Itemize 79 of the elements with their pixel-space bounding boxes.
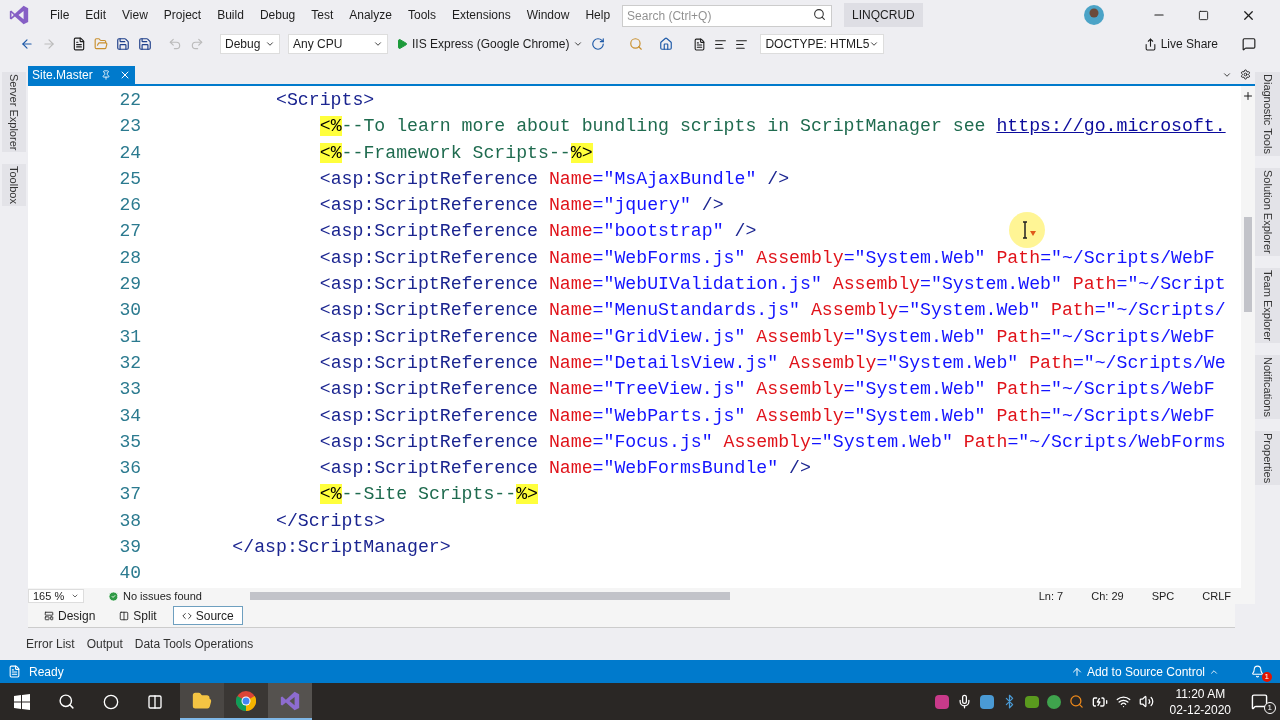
view-tab[interactable]: Source	[172, 606, 243, 626]
tool-window-tab[interactable]: Error List	[26, 635, 75, 654]
column-position: Ch: 29	[1091, 589, 1124, 605]
menu-item[interactable]: Test	[303, 6, 342, 24]
line-number: 22	[119, 89, 141, 112]
issues-status: No issues found	[108, 588, 202, 605]
code-line: <asp:ScriptReference Name="TreeView.js" Assembly="System.Web" Path="~/Scripts/WebF	[319, 379, 1215, 400]
line-number: 40	[119, 562, 141, 586]
line-number: 37	[119, 483, 141, 507]
panel-tab[interactable]: Team Explorer	[1255, 267, 1280, 343]
panel-tab[interactable]: Toolbox	[1, 164, 27, 207]
line-number: 32	[119, 351, 141, 375]
code-line: <asp:ScriptReference Name="MsAjaxBundle" />	[319, 168, 790, 189]
solution-name: LINQCRUD	[844, 3, 923, 27]
clock-time[interactable]: 11:20 AM	[1175, 685, 1226, 702]
line-number: 28	[119, 246, 141, 270]
line-number: 39	[119, 536, 141, 560]
line-number: 38	[119, 509, 141, 533]
source-control-button[interactable]: Add to Source Control	[1070, 662, 1219, 681]
run-button[interactable]: IIS Express (Google Chrome)	[396, 35, 584, 53]
menu-item[interactable]: Tools	[399, 6, 444, 24]
menu-item[interactable]: Help	[577, 6, 619, 24]
line-number: 35	[119, 430, 141, 454]
whitespace-mode: SPC	[1151, 589, 1175, 605]
menu-item[interactable]: File	[42, 6, 78, 24]
view-tab[interactable]: Split	[111, 606, 165, 626]
code-line: </asp:ScriptManager>	[232, 537, 451, 558]
code-line: </Scripts>	[276, 510, 386, 531]
line-number: 26	[119, 194, 141, 218]
configuration-dropdown[interactable]: Debug	[220, 34, 280, 54]
document-tab[interactable]: Site.Master	[28, 66, 135, 84]
zoom-dropdown[interactable]: 165 %	[28, 589, 84, 604]
line-number: 34	[119, 404, 141, 428]
line-number: 29	[119, 273, 141, 297]
panel-tab[interactable]: Server Explorer	[1, 72, 27, 153]
code-line: <asp:ScriptReference Name="WebUIValidation.js" Assembly="System.Web" Path="~/Script	[319, 274, 1226, 295]
menu-item[interactable]: Build	[209, 6, 252, 24]
code-line: <asp:ScriptReference Name="GridView.js" Assembly="System.Web" Path="~/Scripts/WebF	[319, 326, 1215, 347]
platform-dropdown[interactable]: Any CPU	[288, 34, 388, 54]
action-center-badge: 1	[1263, 702, 1276, 714]
menu-item[interactable]: Project	[155, 6, 210, 24]
line-position: Ln: 7	[1038, 589, 1064, 605]
menu-item[interactable]: Analyze	[341, 6, 400, 24]
panel-tab[interactable]: Properties	[1255, 430, 1280, 485]
tool-window-tab[interactable]: Data Tools Operations	[134, 635, 254, 654]
doctype-dropdown[interactable]: DOCTYPE: HTML5	[760, 34, 885, 54]
view-tab[interactable]: Design	[36, 606, 104, 626]
menu-item[interactable]: Edit	[77, 6, 115, 24]
code-line: <asp:ScriptReference Name="MenuStandards.js" Assembly="System.Web" Path="~/Scripts/	[319, 300, 1226, 321]
code-line: <asp:ScriptReference Name="WebParts.js" Assembly="System.Web" Path="~/Scripts/WebF	[319, 405, 1215, 426]
code-line: <asp:ScriptReference Name="WebForms.js" Assembly="System.Web" Path="~/Scripts/WebF	[319, 247, 1215, 268]
code-line: <asp:ScriptReference Name="WebFormsBundle" />	[319, 458, 811, 479]
tool-window-tab[interactable]: Output	[86, 635, 123, 654]
clock-date[interactable]: 02-12-2020	[1169, 701, 1231, 718]
notification-badge: 1	[1261, 672, 1272, 682]
line-number: 31	[119, 325, 141, 349]
panel-tab[interactable]: Solution Explorer	[1255, 167, 1280, 256]
search-field[interactable]: Search (Ctrl+Q)	[622, 5, 833, 27]
line-ending: CRLF	[1202, 589, 1231, 605]
line-number: 33	[119, 378, 141, 402]
code-line: <asp:ScriptReference Name="jquery" />	[319, 195, 724, 216]
line-number: 23	[119, 115, 141, 139]
menu-item[interactable]: View	[114, 6, 156, 24]
code-line: <asp:ScriptReference Name="Focus.js" Assembly="System.Web" Path="~/Scripts/WebForms	[319, 431, 1226, 452]
line-number: 30	[119, 299, 141, 323]
line-number: 24	[119, 141, 141, 165]
menu-item[interactable]: Extensions	[444, 6, 519, 24]
code-line: <asp:ScriptReference Name="DetailsView.js" Assembly="System.Web" Path="~/Scripts/We	[319, 352, 1226, 373]
panel-tab[interactable]: Notifications	[1255, 354, 1280, 419]
menu-item[interactable]: Window	[518, 6, 578, 24]
line-number: 25	[119, 167, 141, 191]
code-line: <asp:ScriptReference Name="bootstrap" />	[319, 221, 757, 242]
status-text: Ready	[29, 663, 64, 681]
code-line: <Scripts>	[276, 90, 375, 110]
menu-item[interactable]: Debug	[251, 6, 304, 24]
line-number: 36	[119, 457, 141, 481]
panel-tab[interactable]: Diagnostic Tools	[1255, 72, 1280, 156]
line-number: 27	[119, 220, 141, 244]
live-share-button[interactable]: Live Share	[1143, 35, 1218, 53]
